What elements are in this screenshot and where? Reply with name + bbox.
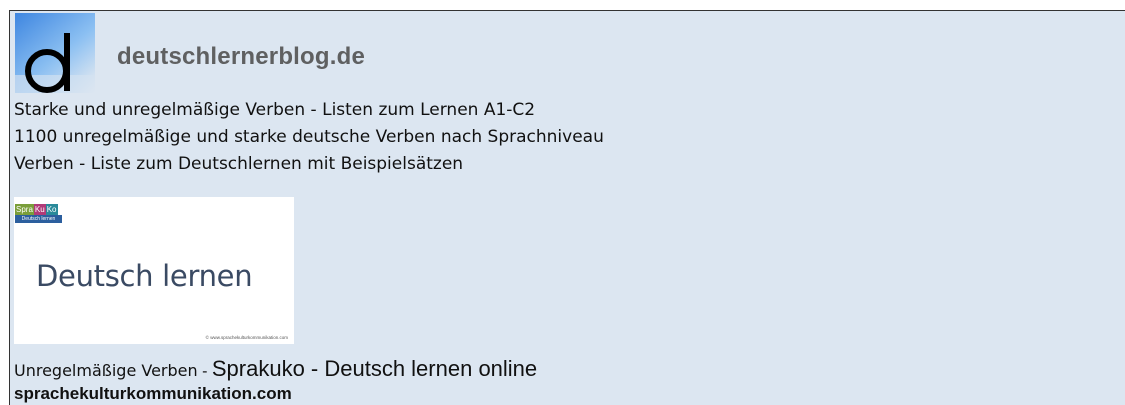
letter-d-logo-icon[interactable] bbox=[15, 13, 95, 93]
related-link[interactable]: 1100 unregelmäßige und starke deutsche V… bbox=[14, 124, 604, 151]
related-link[interactable]: Starke und unregelmäßige Verben - Listen… bbox=[14, 97, 604, 124]
card-header: deutschlernerblog.de bbox=[10, 11, 1125, 95]
search-result-card: deutschlernerblog.de Starke und unregelm… bbox=[9, 10, 1125, 405]
badge-subtitle: Deutsch lernen bbox=[15, 215, 62, 223]
result-title-link[interactable]: Unregelmäßige Verben - Sprakuko - Deutsc… bbox=[14, 356, 537, 382]
thumbnail-image[interactable]: Spra Ku Ko Deutsch lernen Deutsch lernen… bbox=[14, 197, 294, 344]
sprakuko-badge-logo: Spra Ku Ko bbox=[15, 204, 58, 215]
result-domain[interactable]: sprachekulturkommunikation.com bbox=[14, 384, 292, 404]
related-links-list: Starke und unregelmäßige Verben - Listen… bbox=[14, 97, 604, 178]
thumbnail-copyright: © www.sprachekulturkommunikation.com bbox=[205, 335, 288, 340]
site-title[interactable]: deutschlernerblog.de bbox=[117, 43, 365, 71]
caption-separator: - bbox=[197, 363, 212, 380]
caption-prefix: Unregelmäßige Verben bbox=[14, 361, 198, 380]
related-link[interactable]: Verben - Liste zum Deutschlernen mit Bei… bbox=[14, 151, 604, 178]
thumbnail-title: Deutsch lernen bbox=[36, 259, 253, 293]
caption-main: Sprakuko - Deutsch lernen online bbox=[211, 356, 538, 381]
